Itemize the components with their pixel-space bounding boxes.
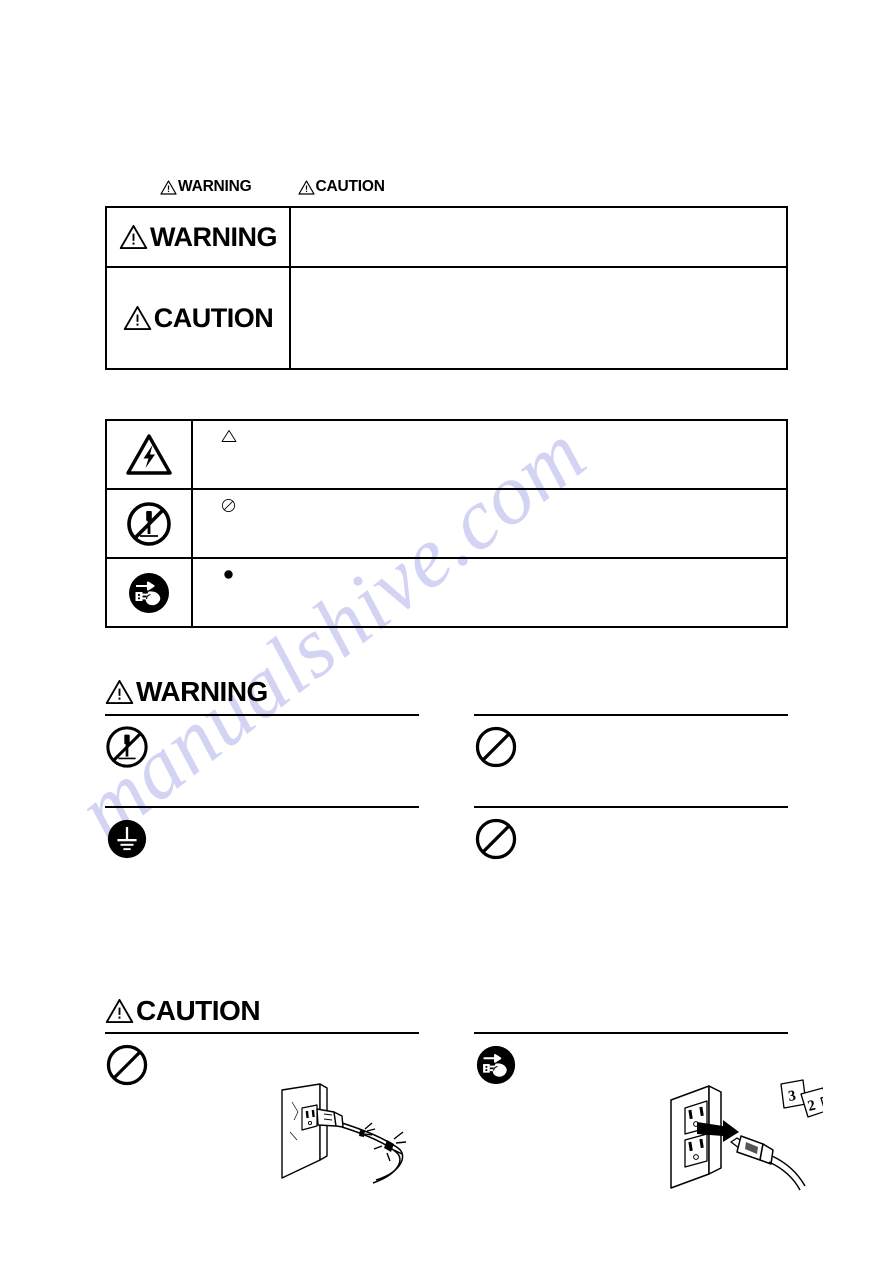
prohibition-circle-icon	[105, 1043, 149, 1087]
instruction-band	[105, 806, 788, 926]
warning-triangle-icon	[105, 998, 134, 1024]
warning-triangle-icon	[119, 224, 148, 250]
unplug-power-cord-icon	[474, 1043, 518, 1087]
warning-triangle-icon	[160, 179, 177, 195]
safety-precautions-page: WARNING CAUTION WARNING CAUTION WARNING …	[0, 0, 893, 1263]
filled-circle-icon	[221, 567, 236, 582]
warning-section-heading: WARNING	[105, 676, 268, 708]
definition-signal-word: WARNING	[150, 221, 278, 252]
table-row	[107, 488, 786, 557]
no-disassembly-screwdriver-icon	[105, 725, 149, 769]
table-row: CAUTION	[107, 266, 786, 368]
warning-triangle-icon	[297, 179, 315, 195]
instruction-column-right	[474, 714, 788, 806]
legend-label-caution: CAUTION	[315, 178, 385, 195]
instruction-cell	[105, 806, 419, 926]
instruction-column-left	[105, 714, 419, 806]
legend-item-caution: CAUTION	[297, 178, 385, 196]
definition-label-warning: WARNING	[107, 208, 291, 266]
definition-description-caution	[291, 268, 786, 368]
grounding-earth-icon	[105, 817, 149, 861]
instruction-cell	[474, 806, 788, 926]
legend-label-warning: WARNING	[178, 178, 252, 195]
prohibition-circle-icon	[474, 725, 518, 769]
warning-triangle-icon	[123, 305, 152, 331]
unplug-power-cord-icon	[107, 559, 193, 626]
frayed-damaged-power-cord-illustration	[272, 1082, 437, 1187]
high-voltage-triangle-icon	[107, 421, 193, 488]
warning-heading-label: WARNING	[136, 676, 268, 707]
warning-triangle-icon	[105, 679, 134, 705]
signal-word-definition-table: WARNING CAUTION	[105, 206, 788, 370]
definition-signal-word: CAUTION	[153, 302, 274, 333]
instruction-cell	[474, 714, 788, 806]
warning-instruction-grid	[105, 714, 788, 926]
caution-section-heading: CAUTION	[105, 995, 261, 1027]
signal-word-legend: WARNING CAUTION	[160, 178, 385, 196]
table-row: WARNING	[107, 208, 786, 266]
table-row	[107, 421, 786, 488]
instruction-column-left	[105, 806, 419, 926]
instruction-column-right	[474, 806, 788, 926]
no-disassembly-screwdriver-icon	[107, 490, 193, 557]
prohibition-circle-icon	[221, 498, 236, 513]
instruction-cell	[105, 714, 419, 806]
triangle-outline-icon	[221, 429, 237, 443]
instruction-band	[105, 714, 788, 806]
definition-label-caution: CAUTION	[107, 268, 291, 368]
symbol-key-table	[105, 419, 788, 628]
unplug-from-wall-outlet-illustration: 3 2 1	[663, 1078, 850, 1200]
prohibition-circle-icon	[474, 817, 518, 861]
legend-item-warning: WARNING	[160, 178, 252, 196]
table-row	[107, 557, 786, 626]
definition-description-warning	[291, 208, 786, 266]
caution-heading-label: CAUTION	[136, 995, 261, 1026]
